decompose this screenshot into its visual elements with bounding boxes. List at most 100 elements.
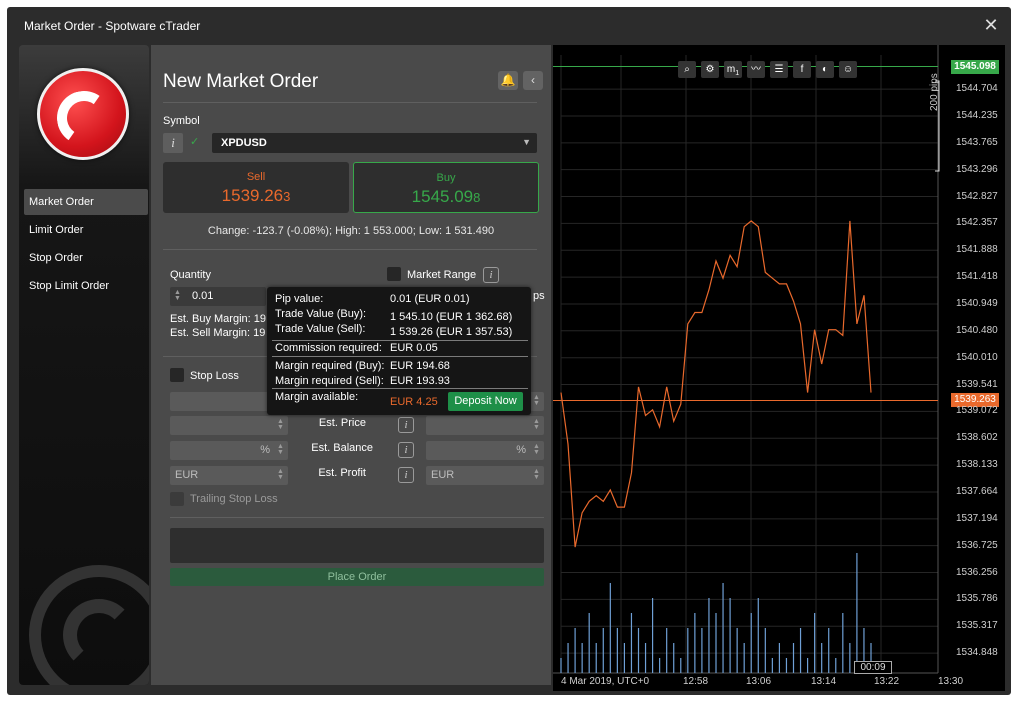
- divider: [272, 340, 528, 341]
- y-tick-label: 1537.664: [956, 485, 998, 497]
- y-tick-label: 1540.480: [956, 324, 998, 336]
- y-tick-label: 1542.357: [956, 217, 998, 229]
- take-profit-price-input[interactable]: ▲ ▼: [426, 416, 544, 435]
- divider: [163, 102, 537, 103]
- price-chart[interactable]: ⌕ ⚙ m1 〰 ☰ f ◐ ☺ 200 pips 00:09 1545.098…: [553, 45, 1005, 691]
- chart-canvas[interactable]: [553, 45, 1005, 691]
- y-tick-label: 1539.072: [956, 405, 998, 417]
- y-tick-label: 1543.765: [956, 136, 998, 148]
- trailing-stop-checkbox[interactable]: [170, 492, 184, 506]
- y-tick-label: 1537.194: [956, 512, 998, 524]
- stepper-icon[interactable]: ▲ ▼: [174, 289, 181, 302]
- y-tick-label: 1539.541: [956, 378, 998, 390]
- zoom-icon[interactable]: ⌕: [678, 61, 696, 78]
- x-tick-label: 13:22: [874, 676, 900, 687]
- x-tick-label: 4 Mar 2019, UTC+0: [561, 676, 650, 687]
- margin-tooltip: Pip value: 0.01 (EUR 0.01) Trade Value (…: [267, 287, 531, 415]
- sidebar-item-market-order[interactable]: Market Order: [24, 189, 148, 215]
- sidebar-item-limit-order[interactable]: Limit Order: [24, 217, 148, 243]
- market-range-info-icon[interactable]: i: [483, 267, 499, 283]
- x-tick-label: 12:58: [683, 676, 709, 687]
- m1-timeframe-icon[interactable]: m1: [724, 61, 742, 78]
- x-tick-label: 13:06: [746, 676, 772, 687]
- y-tick-label: 1541.888: [956, 244, 998, 256]
- chevron-down-icon: ▼: [522, 137, 531, 147]
- title-bar: Market Order - Spotware cTrader ✕: [7, 7, 1011, 43]
- y-tick-label: 1544.235: [956, 109, 998, 121]
- take-profit-balance-input[interactable]: % ▲ ▼: [426, 441, 544, 460]
- deposit-now-button[interactable]: Deposit Now: [448, 392, 523, 411]
- sidebar-item-stop-order[interactable]: Stop Order: [24, 245, 148, 271]
- divider: [163, 249, 537, 250]
- y-tick-label: 1536.256: [956, 566, 998, 578]
- margin-sell-value: EUR 193.93: [390, 375, 450, 387]
- est-balance-info-icon[interactable]: i: [398, 442, 414, 458]
- quantity-input[interactable]: ▲ ▼ 0.01: [170, 287, 266, 306]
- commission-value: EUR 0.05: [390, 342, 438, 354]
- window-title: Market Order - Spotware cTrader: [24, 19, 201, 33]
- facebook-icon[interactable]: f: [793, 61, 811, 78]
- est-profit-label: Est. Profit: [318, 467, 366, 479]
- stop-loss-label: Stop Loss: [190, 370, 239, 382]
- y-tick-label: 1545.098: [951, 59, 999, 74]
- close-icon[interactable]: ✕: [981, 16, 1001, 36]
- object-list-icon[interactable]: ☰: [770, 61, 788, 78]
- trade-value-buy-label: Trade Value (Buy):: [275, 308, 367, 320]
- stop-loss-balance-input[interactable]: % ▲ ▼: [170, 441, 288, 460]
- stop-loss-checkbox[interactable]: [170, 368, 184, 382]
- change-info: Change: -123.7 (-0.08%); High: 1 553.000…: [207, 225, 495, 237]
- take-profit-profit-input[interactable]: EUR ▲ ▼: [426, 466, 544, 485]
- margin-buy-value: EUR 194.68: [390, 360, 450, 372]
- symbol-value: XPDUSD: [221, 137, 267, 149]
- margin-sell-label: Margin required (Sell):: [275, 375, 384, 387]
- est-balance-label: Est. Balance: [311, 442, 373, 454]
- y-tick-label: 1535.786: [956, 593, 998, 605]
- stop-loss-profit-input[interactable]: EUR ▲ ▼: [170, 466, 288, 485]
- x-tick-label: 13:14: [811, 676, 837, 687]
- pips-range-label: 200 pips: [929, 73, 940, 111]
- y-tick-label: 1541.418: [956, 271, 998, 283]
- y-tick-label: 1536.725: [956, 539, 998, 551]
- divider: [272, 388, 528, 389]
- y-tick-label: 1538.602: [956, 432, 998, 444]
- pips-suffix: ps: [533, 290, 545, 302]
- place-order-button[interactable]: Place Order: [170, 568, 544, 586]
- trade-value-buy: 1 545.10 (EUR 1 362.68): [390, 311, 513, 323]
- chevron-left-icon[interactable]: ‹: [523, 71, 543, 90]
- x-tick-label: 13:30: [938, 676, 964, 687]
- info-icon[interactable]: i: [163, 133, 183, 153]
- user-icon[interactable]: ☺: [839, 61, 857, 78]
- sell-button[interactable]: Sell 1539.263: [163, 162, 349, 213]
- est-profit-info-icon[interactable]: i: [398, 467, 414, 483]
- chart-settings-icon[interactable]: ⚙: [701, 61, 719, 78]
- theme-icon[interactable]: ◐: [816, 61, 834, 78]
- quantity-label: Quantity: [170, 269, 211, 281]
- sell-price: 1539.263: [221, 186, 291, 205]
- y-tick-label: 1542.827: [956, 190, 998, 202]
- symbol-select[interactable]: XPDUSD ▼: [212, 133, 537, 153]
- y-tick-label: 1534.848: [956, 647, 998, 659]
- est-price-info-icon[interactable]: i: [398, 417, 414, 433]
- order-type-sidebar: Market Order Limit Order Stop Order Stop…: [19, 45, 149, 685]
- trailing-stop-label: Trailing Stop Loss: [190, 493, 278, 505]
- y-tick-label: 1540.949: [956, 297, 998, 309]
- buy-label: Buy: [436, 172, 456, 184]
- buy-button[interactable]: Buy 1545.098: [353, 162, 539, 213]
- market-range-label: Market Range: [407, 269, 477, 281]
- pip-value: 0.01 (EUR 0.01): [390, 293, 470, 305]
- y-tick-label: 1543.296: [956, 163, 998, 175]
- pip-value-label: Pip value:: [275, 293, 324, 305]
- page-title: New Market Order: [163, 71, 319, 92]
- bell-icon[interactable]: 🔔: [498, 71, 518, 90]
- divider: [272, 356, 528, 357]
- est-price-label: Est. Price: [318, 417, 366, 429]
- y-tick-label: 1538.133: [956, 459, 998, 471]
- sidebar-item-stop-limit-order[interactable]: Stop Limit Order: [24, 273, 148, 299]
- y-tick-label: 1544.704: [956, 83, 998, 95]
- order-comment-field[interactable]: [170, 528, 544, 563]
- stop-loss-price-input[interactable]: ▲ ▼: [170, 416, 288, 435]
- y-tick-label: 1540.010: [956, 351, 998, 363]
- margin-buy-label: Margin required (Buy):: [275, 360, 385, 372]
- market-range-checkbox[interactable]: [387, 267, 401, 281]
- indicators-icon[interactable]: 〰: [747, 61, 765, 78]
